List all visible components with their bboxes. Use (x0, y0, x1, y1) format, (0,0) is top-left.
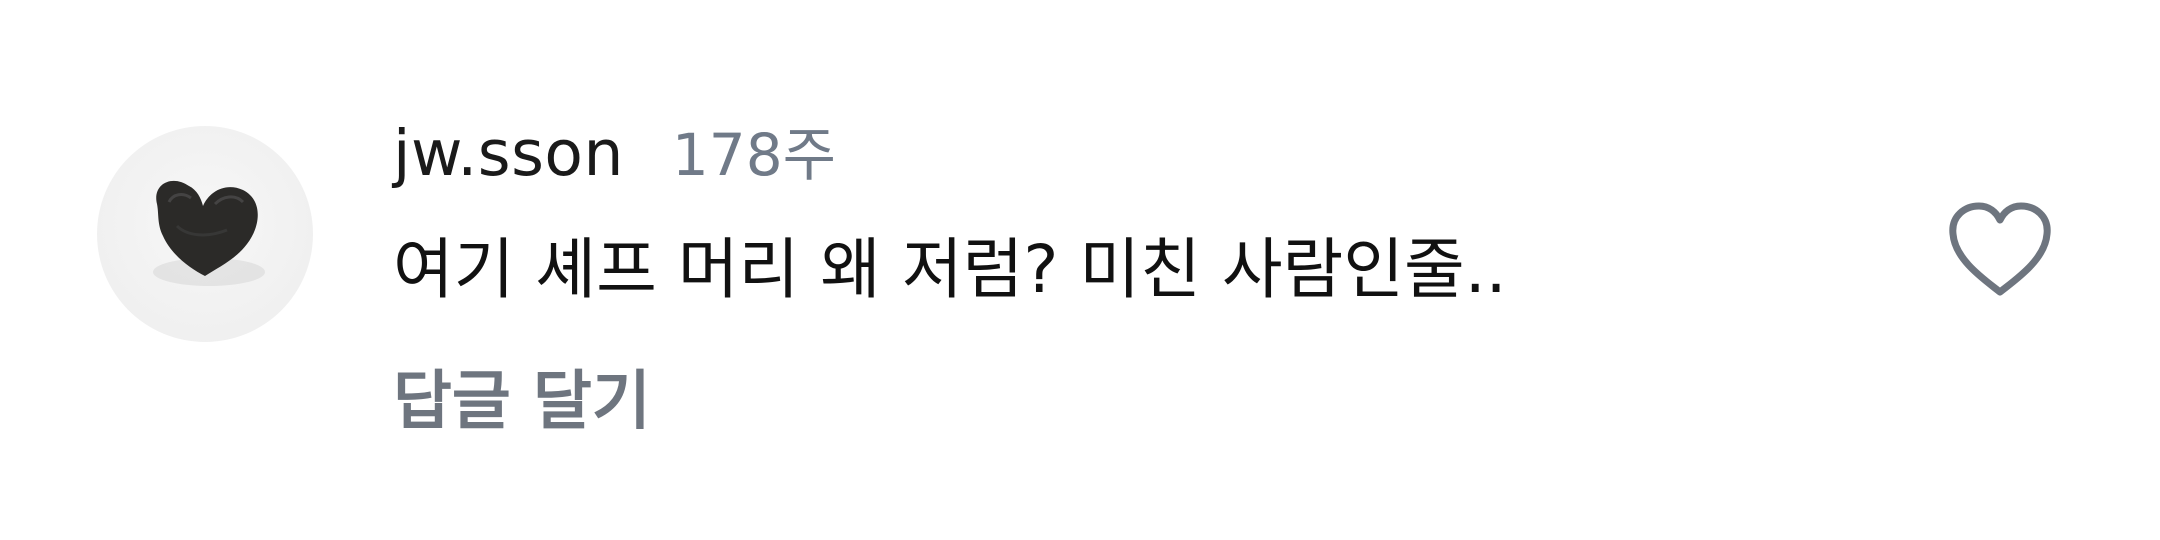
reply-button[interactable]: 답글 달기 (393, 360, 651, 444)
comment-meta: jw.sson 178주 (393, 112, 1893, 196)
heart-outline-icon (1949, 202, 2051, 296)
avatar[interactable] (97, 126, 313, 342)
username[interactable]: jw.sson (393, 112, 624, 196)
timestamp: 178주 (671, 121, 836, 189)
comment-body: jw.sson 178주 여기 셰프 머리 왜 저럼? 미친 사람인줄.. 답글… (393, 112, 1893, 444)
comment-item: jw.sson 178주 여기 셰프 머리 왜 저럼? 미친 사람인줄.. 답글… (0, 0, 2160, 540)
comment-text: 여기 셰프 머리 왜 저럼? 미친 사람인줄.. (393, 231, 1507, 308)
like-button[interactable] (1945, 200, 2055, 300)
heart-shaped-object-avatar-icon (153, 180, 265, 286)
